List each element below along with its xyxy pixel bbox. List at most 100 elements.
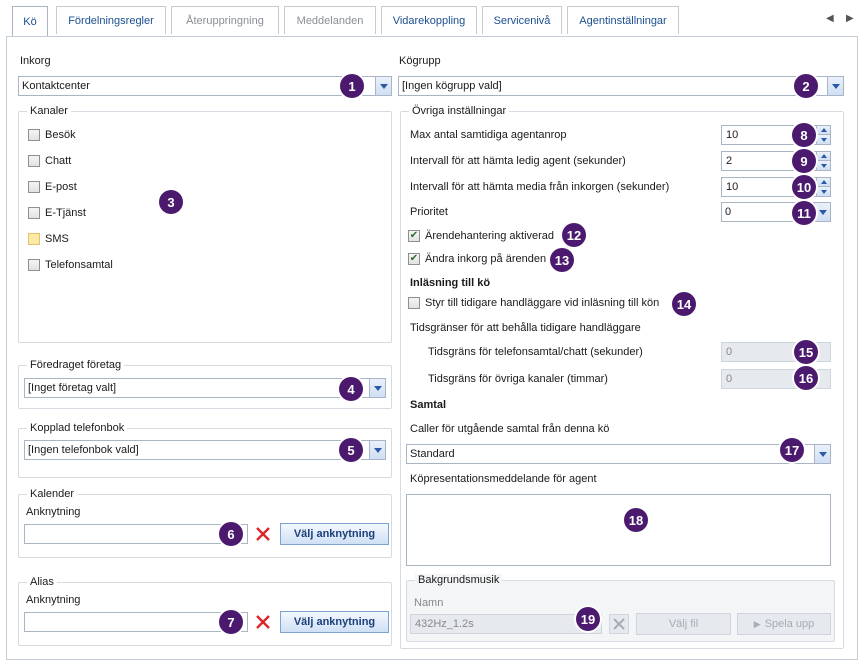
tab-agentinstallningar[interactable]: Agentinställningar — [567, 6, 679, 34]
button-label: Välj anknytning — [293, 616, 376, 628]
scroll-left-icon[interactable]: ◀ — [826, 13, 834, 24]
checkbox-icon — [28, 233, 40, 245]
tab-fordelningsregler[interactable]: Fördelningsregler — [56, 6, 166, 34]
callout-badge: 3 — [159, 190, 183, 214]
clear-music-icon[interactable] — [609, 614, 629, 634]
intervall-agent-label: Intervall för att hämta ledig agent (sek… — [410, 155, 626, 167]
button-label: Välj fil — [668, 618, 699, 630]
tab-meddelanden[interactable]: Meddelanden — [284, 6, 376, 34]
chevron-down-icon[interactable] — [369, 379, 385, 397]
chevron-down-icon[interactable] — [827, 77, 843, 95]
inkorg-value: Kontaktcenter — [22, 80, 90, 92]
valj-fil-button[interactable]: Välj fil — [636, 613, 731, 635]
channel-label: SMS — [45, 233, 69, 245]
channel-checkbox-besok[interactable]: Besök — [28, 129, 76, 141]
inkorg-combo[interactable]: Kontaktcenter — [18, 76, 392, 96]
channel-checkbox-telefonsamtal[interactable]: Telefonsamtal — [28, 259, 113, 271]
checkbox-label: Ärendehantering aktiverad — [425, 230, 555, 242]
tab-bar: Kö Fördelningsregler Återuppringning Med… — [0, 0, 865, 36]
foretag-combo[interactable]: [Inget företag valt] — [24, 378, 386, 398]
callout-badge: 15 — [794, 340, 818, 364]
caller-value: Standard — [410, 448, 455, 460]
alias-anknytning-input[interactable] — [24, 612, 248, 632]
chevron-down-icon[interactable] — [814, 203, 830, 221]
alias-valj-anknytning-button[interactable]: Välj anknytning — [280, 611, 389, 633]
tidsgrans-telefon-label: Tidsgräns för telefonsamtal/chatt (sekun… — [428, 346, 643, 358]
spin-up-icon[interactable] — [816, 152, 830, 161]
spin-down-icon[interactable] — [816, 135, 830, 144]
kalender-anknytning-input[interactable] — [24, 524, 248, 544]
callout-badge: 11 — [792, 201, 816, 225]
kalender-valj-anknytning-button[interactable]: Välj anknytning — [280, 523, 389, 545]
kogrupp-combo[interactable]: [Ingen kögrupp vald] — [398, 76, 844, 96]
callout-badge: 17 — [780, 438, 804, 462]
bakgrundsmusik-namn-value: 432Hz_1.2s — [415, 618, 474, 630]
spela-upp-button[interactable]: ▶ Spela upp — [737, 613, 831, 635]
arendehantering-checkbox[interactable]: Ärendehantering aktiverad — [408, 230, 554, 242]
prioritet-value: 0 — [725, 206, 732, 218]
telefonbok-combo[interactable]: [Ingen telefonbok vald] — [24, 440, 386, 460]
kopresentation-textarea[interactable] — [406, 494, 831, 566]
max-agentanrop-label: Max antal samtidiga agentanrop — [410, 129, 567, 141]
button-label: Spela upp — [764, 618, 815, 630]
telefonbok-title: Kopplad telefonbok — [27, 422, 128, 434]
callout-badge: 13 — [550, 248, 574, 272]
clear-kalender-icon[interactable] — [253, 524, 273, 544]
channel-label: E-post — [45, 181, 77, 193]
intervall-agent-value: 2 — [726, 155, 733, 167]
tab-label: Fördelningsregler — [68, 14, 154, 27]
callout-badge: 14 — [672, 292, 696, 316]
prioritet-label: Prioritet — [410, 206, 448, 218]
channel-checkbox-etjanst[interactable]: E-Tjänst — [28, 207, 86, 219]
channel-checkbox-epost[interactable]: E-post — [28, 181, 77, 193]
channel-label: Chatt — [45, 155, 72, 167]
bakgrundsmusik-title: Bakgrundsmusik — [415, 574, 503, 586]
tab-label: Återuppringning — [186, 14, 264, 27]
intervall-media-value: 10 — [726, 181, 739, 193]
callout-badge: 8 — [792, 123, 816, 147]
checkbox-label: Ändra inkorg på ärenden — [425, 253, 547, 265]
checkbox-icon — [28, 181, 40, 193]
kalender-title: Kalender — [27, 488, 78, 500]
styr-till-checkbox[interactable]: Styr till tidigare handläggare vid inläs… — [408, 297, 659, 309]
intervall-media-label: Intervall för att hämta media från inkor… — [410, 181, 670, 193]
andra-inkorg-checkbox[interactable]: Ändra inkorg på ärenden — [408, 253, 546, 265]
callout-badge: 19 — [576, 607, 600, 631]
callout-badge: 12 — [562, 223, 586, 247]
spin-down-icon[interactable] — [816, 161, 830, 170]
clear-alias-icon[interactable] — [253, 612, 273, 632]
caller-label: Caller för utgående samtal från denna kö — [410, 423, 610, 435]
samtal-heading: Samtal — [410, 399, 447, 411]
max-agentanrop-value: 10 — [726, 129, 739, 141]
callout-badge: 10 — [792, 175, 816, 199]
kopresentation-label: Köpresentationsmeddelande för agent — [410, 473, 597, 485]
spin-up-icon[interactable] — [816, 126, 830, 135]
tab-label: Kö — [23, 15, 37, 28]
checkbox-icon — [408, 297, 420, 309]
spin-up-icon[interactable] — [816, 178, 830, 187]
tab-label: Vidarekoppling — [392, 14, 466, 27]
channel-checkbox-sms[interactable]: SMS — [28, 233, 69, 245]
tidsgrans-ovriga-value: 0 — [726, 373, 733, 385]
tab-vidarekoppling[interactable]: Vidarekoppling — [381, 6, 477, 34]
spin-down-icon[interactable] — [816, 187, 830, 196]
channel-label: Telefonsamtal — [45, 259, 113, 271]
callout-badge: 9 — [792, 149, 816, 173]
tab-ateruppringning[interactable]: Återuppringning — [171, 6, 279, 34]
callout-badge: 1 — [340, 74, 364, 98]
button-label: Välj anknytning — [293, 528, 376, 540]
kogrupp-value: [Ingen kögrupp vald] — [402, 80, 502, 92]
chevron-down-icon[interactable] — [814, 445, 830, 463]
channel-checkbox-chatt[interactable]: Chatt — [28, 155, 71, 167]
caller-combo[interactable]: Standard — [406, 444, 831, 464]
tab-ko[interactable]: Kö — [12, 6, 48, 36]
bakgrundsmusik-namn-input[interactable]: 432Hz_1.2s — [410, 614, 602, 634]
tidsgrans-ovriga-label: Tidsgräns för övriga kanaler (timmar) — [428, 373, 608, 385]
alias-anknytning-label: Anknytning — [26, 594, 81, 606]
tab-label: Servicenivå — [493, 14, 551, 27]
chevron-down-icon[interactable] — [375, 77, 391, 95]
chevron-down-icon[interactable] — [369, 441, 385, 459]
tab-label: Agentinställningar — [579, 14, 667, 27]
scroll-right-icon[interactable]: ▶ — [846, 13, 854, 24]
tab-serviceniva[interactable]: Servicenivå — [482, 6, 562, 34]
